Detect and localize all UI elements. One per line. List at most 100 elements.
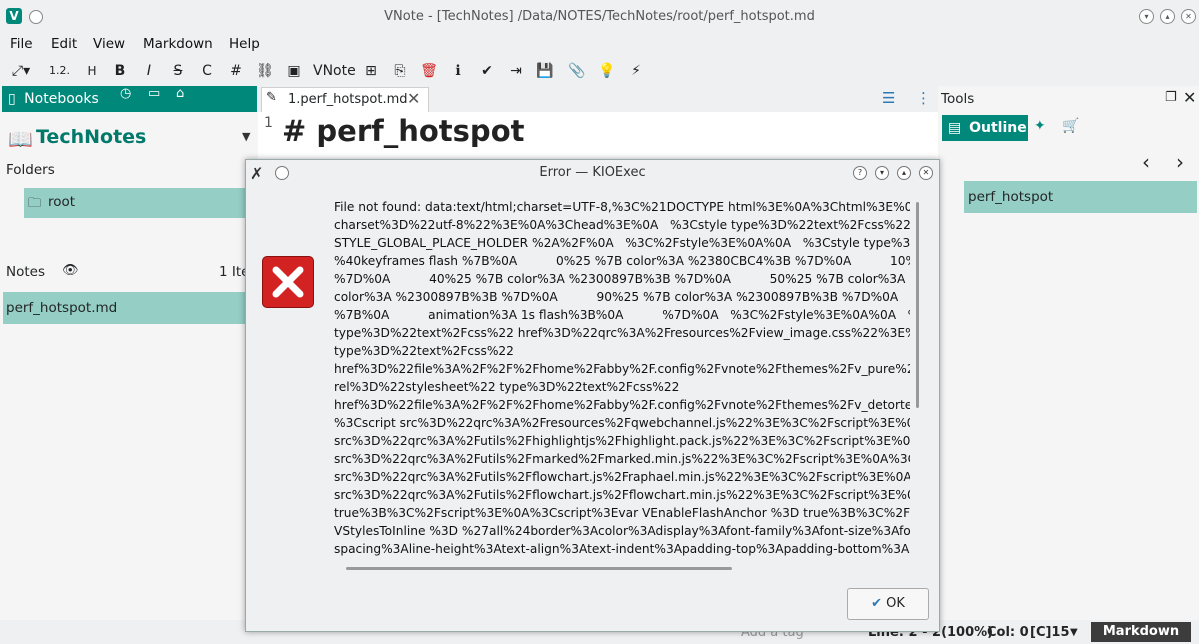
message-line: %3Cscript src%3D%22qrc%3A%2Fresources%2F… [334, 416, 910, 430]
dialog-sticky-icon[interactable] [275, 166, 289, 180]
close-tab-icon[interactable]: ✕ [407, 89, 420, 108]
note-label: perf_hotspot.md [6, 300, 118, 316]
edit-pencil-icon: ✎ [266, 90, 277, 105]
maximize-window-button[interactable]: ▴ [1160, 9, 1175, 24]
float-panel-icon[interactable]: ❐ [1165, 90, 1177, 105]
message-line: VStylesToInline %3D %27all%24border%3Aco… [334, 524, 910, 538]
heading-size-button[interactable]: 1.2. [49, 60, 70, 82]
message-line: src%3D%22qrc%3A%2Futils%2Fflowchart.js%2… [334, 470, 910, 484]
bold-button[interactable]: B [110, 60, 130, 82]
menu-file[interactable]: File [10, 36, 33, 52]
delete-icon[interactable]: 🗑 [419, 60, 439, 82]
tab-list-icon[interactable]: ☰ [882, 89, 895, 107]
menu-markdown[interactable]: Markdown [143, 36, 213, 52]
error-dialog: Error — KIOExec ✗ ? ▾ ▴ ✕ File not found… [245, 159, 940, 632]
folder-item-root[interactable]: 🗀 root [24, 188, 258, 218]
close-panel-icon[interactable]: ✕ [1183, 88, 1196, 107]
col-info: Col: 0 [987, 625, 1029, 640]
dialog-maximize-button[interactable]: ▴ [897, 166, 911, 180]
dialog-help-button[interactable]: ? [853, 166, 867, 180]
outline-item[interactable]: perf_hotspot [964, 181, 1197, 213]
vnote-button[interactable]: VNote [313, 60, 356, 82]
flash-icon[interactable]: ⚡ [626, 60, 646, 82]
notebooks-tab[interactable]: ▯ Notebooks [2, 86, 112, 112]
error-icon [262, 256, 314, 308]
next-arrow-icon[interactable]: › [1176, 150, 1184, 174]
notebooks-label: Notebooks [24, 91, 99, 107]
new-note-icon[interactable]: ⊞ [361, 60, 381, 82]
message-line: src%3D%22qrc%3A%2Futils%2Fmarked%2Fmarke… [334, 452, 910, 466]
tools-panel [938, 86, 1199, 644]
message-line: rel%3D%22stylesheet%22 type%3D%22text%2F… [334, 380, 680, 394]
outline-label: Outline [969, 120, 1027, 136]
message-line: color%3A %2300897B%3B %7D%0A 90%25 %7B c… [334, 290, 910, 304]
horizontal-scrollbar[interactable] [346, 567, 732, 570]
message-line: src%3D%22qrc%3A%2Futils%2Fhighlightjs%2F… [334, 434, 910, 448]
message-line: href%3D%22file%3A%2F%2F%2Fhome%2Fabby%2F… [334, 362, 910, 376]
editor-heading: # perf_hotspot [282, 114, 525, 148]
strikethrough-button[interactable]: S [168, 60, 188, 82]
outline-tab[interactable]: ▤ Outline [942, 115, 1028, 141]
notebook-selector[interactable]: TechNotes [36, 126, 146, 148]
message-line: true%3B%3C%2Fscript%3E%0A%3Cscript%3Evar… [334, 506, 910, 520]
expand-mode-icon[interactable]: ⤢▾ [6, 60, 36, 82]
message-line: type%3D%22text%2Fcss%22 [334, 344, 514, 358]
code-block-button[interactable]: # [226, 60, 246, 82]
vertical-scrollbar[interactable] [916, 202, 919, 408]
tools-label: Tools [941, 91, 975, 107]
history-icon[interactable]: ◷ [120, 86, 131, 101]
line-number: 1 [264, 115, 273, 131]
ok-label: OK [886, 596, 905, 611]
menu-help[interactable]: Help [229, 36, 260, 52]
lightbulb-icon[interactable]: 💡 [597, 60, 617, 82]
outline-item-label: perf_hotspot [968, 189, 1054, 205]
notes-label: Notes [6, 264, 45, 280]
window-title: VNote - [TechNotes] /Data/NOTES/TechNote… [384, 9, 815, 24]
message-line: %40keyframes flash %7B%0A 0%25 %7B color… [334, 254, 910, 268]
folder-explorer-icon[interactable]: ▭ [148, 86, 160, 101]
x-app-icon: ✗ [250, 164, 264, 183]
note-item[interactable]: perf_hotspot.md [3, 292, 258, 324]
minimize-window-button[interactable]: ▾ [1139, 9, 1154, 24]
dialog-title: Error — KIOExec [539, 165, 646, 180]
editor-tab-label: 1.perf_hotspot.md [288, 92, 408, 107]
attachment-icon[interactable]: 📎 [567, 60, 587, 82]
italic-button[interactable]: I [139, 60, 159, 82]
new-file-icon[interactable]: ⎘ [390, 60, 410, 82]
chevron-down-icon[interactable]: ▼ [1070, 627, 1078, 638]
message-line: STYLE_GLOBAL_PLACE_HOLDER %2A%2F%0A %3C%… [334, 236, 910, 250]
editor-tab[interactable]: ✎ 1.perf_hotspot.md ✕ [261, 87, 429, 112]
info-icon[interactable]: ℹ [448, 60, 468, 82]
dialog-close-button[interactable]: ✕ [919, 166, 933, 180]
chevron-down-icon[interactable]: ▼ [242, 130, 250, 143]
message-line: href%3D%22file%3A%2F%2F%2Fhome%2Fabby%2F… [334, 398, 910, 412]
tag-icon[interactable]: ⌂ [176, 86, 184, 101]
message-line: spacing%3Aline-height%3Atext-align%3Atex… [334, 542, 910, 556]
cart-icon[interactable]: 🛒 [1062, 118, 1079, 134]
folders-label: Folders [6, 162, 55, 178]
left-panel-tabs: ◷ ▭ ⌂ [112, 86, 257, 112]
char-info: [C]15 [1030, 625, 1070, 640]
message-line: %7B%0A animation%3A 1s flash%3B%0A %7D%0… [334, 308, 910, 322]
link-icon[interactable]: ⛓ [255, 60, 275, 82]
eye-icon[interactable]: 👁 [62, 263, 79, 278]
menu-view[interactable]: View [93, 36, 125, 52]
check-icon: ✔ [871, 596, 882, 611]
error-message: File not found: data:text/html;charset=U… [334, 198, 910, 560]
image-icon[interactable]: ▣ [284, 60, 304, 82]
notebook-icon: ▯ [8, 91, 16, 107]
message-line: type%3D%22text%2Fcss%22 href%3D%22qrc%3A… [334, 326, 910, 340]
check-icon[interactable]: ✔ [477, 60, 497, 82]
more-menu-icon[interactable]: ⋮ [916, 89, 931, 107]
menu-edit[interactable]: Edit [51, 36, 77, 52]
magic-wand-icon[interactable]: ✦ [1034, 118, 1046, 134]
exit-edit-icon[interactable]: ⇥ [506, 60, 526, 82]
prev-arrow-icon[interactable]: ‹ [1142, 150, 1150, 174]
ok-button[interactable]: ✔ OK [847, 588, 929, 620]
save-icon[interactable]: 💾 [535, 60, 555, 82]
close-window-button[interactable]: ✕ [1181, 9, 1196, 24]
dialog-minimize-button[interactable]: ▾ [875, 166, 889, 180]
mode-badge[interactable]: Markdown [1091, 622, 1191, 642]
inline-code-button[interactable]: C [197, 60, 217, 82]
heading-button[interactable]: H [82, 60, 102, 82]
